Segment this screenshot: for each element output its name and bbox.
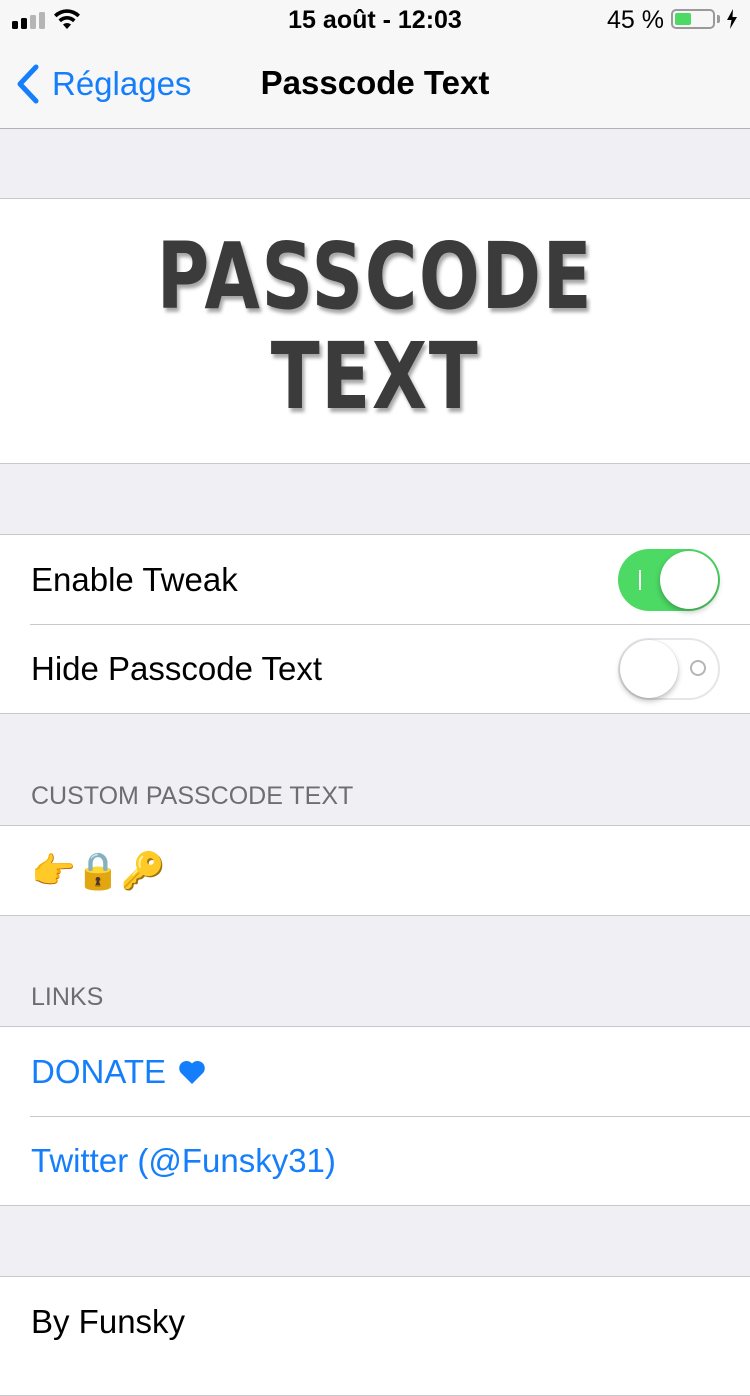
enable-tweak-row: Enable Tweak <box>0 535 750 624</box>
enable-tweak-switch[interactable] <box>618 549 720 611</box>
twitter-link[interactable]: Twitter (@Funsky31) <box>0 1116 750 1205</box>
hide-passcode-text-switch[interactable] <box>618 638 720 700</box>
settings-group: Enable Tweak Hide Passcode Text <box>0 534 750 714</box>
switch-on-marker-icon <box>639 570 641 590</box>
logo-line-1: PASSCODE <box>156 223 594 330</box>
navigation-bar: Réglages Passcode Text <box>0 40 750 129</box>
custom-passcode-group: 👉🔒🔑 <box>0 825 750 916</box>
charging-bolt-icon <box>727 9 737 29</box>
enable-tweak-label: Enable Tweak <box>31 560 238 598</box>
battery-nub <box>717 15 720 23</box>
battery-level-fill <box>675 13 691 25</box>
author-group: By Funsky <box>0 1276 750 1396</box>
heart-icon <box>178 1059 206 1085</box>
donate-link[interactable]: DONATE <box>0 1027 750 1116</box>
switch-knob <box>660 551 718 609</box>
custom-passcode-text-header: CUSTOM PASSCODE TEXT <box>31 782 354 810</box>
battery-icon <box>671 9 715 29</box>
logo-line-2: TEXT <box>270 323 480 430</box>
switch-knob <box>620 640 678 698</box>
donate-label: DONATE <box>31 1052 167 1090</box>
logo-banner: PASSCODE TEXT <box>0 198 750 464</box>
passcode-text-logo: PASSCODE TEXT <box>83 227 668 427</box>
custom-passcode-text-field[interactable]: 👉🔒🔑 <box>0 826 750 915</box>
hide-passcode-text-row: Hide Passcode Text <box>0 624 750 713</box>
custom-passcode-text-value: 👉🔒🔑 <box>31 849 166 891</box>
twitter-label: Twitter (@Funsky31) <box>31 1141 336 1179</box>
author-label: By Funsky <box>31 1302 186 1340</box>
links-header: LINKS <box>31 983 104 1011</box>
battery-percentage: 45 % <box>607 6 664 34</box>
page-title: Passcode Text <box>260 64 490 101</box>
author-row: By Funsky <box>0 1277 750 1366</box>
links-group: DONATE Twitter (@Funsky31) <box>0 1026 750 1206</box>
status-bar: 15 août - 12:03 45 % <box>0 0 750 40</box>
hide-passcode-text-label: Hide Passcode Text <box>31 649 323 687</box>
switch-off-marker-icon <box>690 660 706 676</box>
